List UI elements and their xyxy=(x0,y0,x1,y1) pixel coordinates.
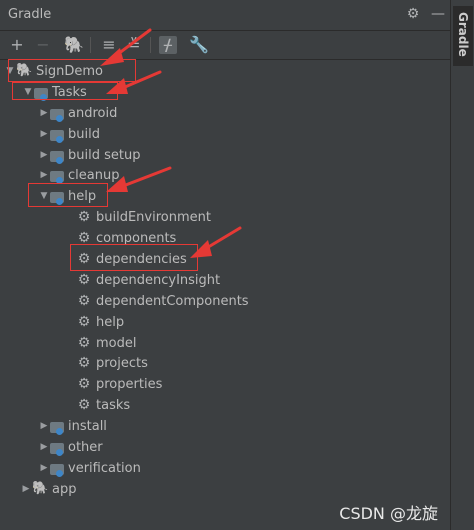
arrowhead xyxy=(100,48,124,66)
side-tab-label: Gradle xyxy=(456,12,470,57)
gradle-tool-window: Gradle ⚙ — + − 🐘 ≡ ≚ ᚋ 🔧 ▼ 🐘 SignDemo ▼ … xyxy=(0,0,450,530)
csdn-watermark: CSDN @龙旋 xyxy=(339,504,438,523)
right-tool-strip: Gradle xyxy=(450,0,474,530)
arrowhead xyxy=(106,78,128,94)
annotation-arrows xyxy=(100,28,242,258)
arrowhead xyxy=(190,240,212,258)
gradle-side-tab[interactable]: Gradle xyxy=(453,6,473,66)
arrowhead xyxy=(106,176,128,192)
